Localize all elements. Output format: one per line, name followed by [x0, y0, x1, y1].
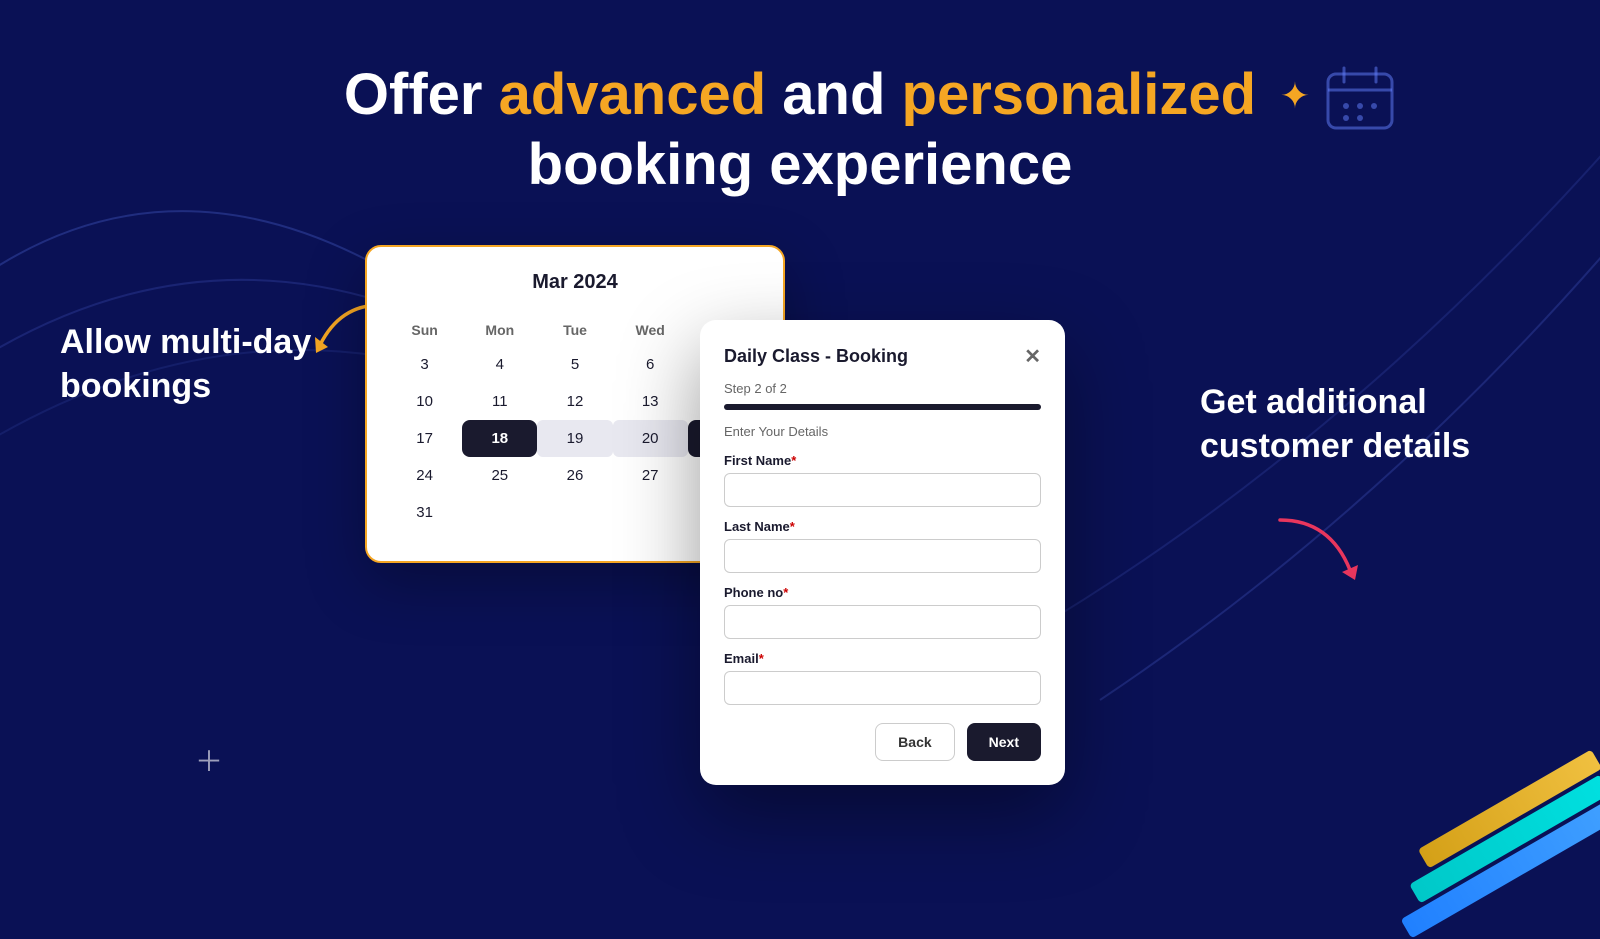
cal-day[interactable]: 17	[387, 420, 462, 457]
modal-footer: Back Next	[724, 723, 1041, 761]
modal-close-button[interactable]: ✕	[1024, 344, 1041, 369]
cal-day-19-in-range[interactable]: 19	[537, 420, 612, 457]
next-button[interactable]: Next	[967, 723, 1041, 761]
form-group-last-name: Last Name*	[724, 519, 1041, 573]
cal-day[interactable]: 4	[462, 346, 537, 383]
booking-modal: Daily Class - Booking ✕ Step 2 of 2 Ente…	[700, 320, 1065, 785]
cal-header-sun: Sun	[387, 314, 462, 346]
progress-bar-fill	[724, 404, 1041, 410]
form-group-first-name: First Name*	[724, 453, 1041, 507]
form-group-phone: Phone no*	[724, 585, 1041, 639]
heading-part1: Offer	[344, 62, 499, 127]
form-group-email: Email*	[724, 651, 1041, 705]
back-button[interactable]: Back	[875, 723, 954, 761]
cal-day[interactable]: 24	[387, 457, 462, 494]
first-name-label: First Name*	[724, 453, 1041, 468]
cal-day[interactable]: 5	[537, 346, 612, 383]
calendar-month-label: Mar 2024	[387, 271, 763, 294]
phone-input[interactable]	[724, 605, 1041, 639]
cal-day[interactable]: 10	[387, 383, 462, 420]
cal-day[interactable]: 6	[613, 346, 688, 383]
right-callout-text: Get additional customer details	[1200, 380, 1480, 468]
modal-title: Daily Class - Booking	[724, 346, 908, 367]
first-name-input[interactable]	[724, 473, 1041, 507]
left-callout-text: Allow multi-day bookings	[60, 320, 320, 408]
plus-icon: ＋	[195, 740, 223, 780]
last-name-input[interactable]	[724, 539, 1041, 573]
cal-header-wed: Wed	[613, 314, 688, 346]
corner-stripes-decoration	[1340, 720, 1600, 900]
page-content: Offer advanced and personalized booking …	[0, 0, 1600, 900]
cal-header-mon: Mon	[462, 314, 537, 346]
enter-details-label: Enter Your Details	[724, 424, 1041, 439]
calendar-decoration-icon	[1320, 60, 1400, 140]
email-input[interactable]	[724, 671, 1041, 705]
modal-header: Daily Class - Booking ✕	[724, 344, 1041, 369]
step-label: Step 2 of 2	[724, 381, 1041, 396]
cal-day[interactable]: 25	[462, 457, 537, 494]
email-label: Email*	[724, 651, 1041, 666]
right-arrow-icon	[1270, 510, 1370, 590]
last-name-label: Last Name*	[724, 519, 1041, 534]
phone-label: Phone no*	[724, 585, 1041, 600]
cal-day[interactable]: 13	[613, 383, 688, 420]
heading-part2: and	[766, 62, 901, 127]
cal-day-18-selected[interactable]: 18	[462, 420, 537, 457]
progress-bar-container	[724, 404, 1041, 410]
cal-day[interactable]: 12	[537, 383, 612, 420]
cal-header-tue: Tue	[537, 314, 612, 346]
cal-day[interactable]: 3	[387, 346, 462, 383]
cal-day[interactable]: 11	[462, 383, 537, 420]
cal-day[interactable]: 26	[537, 457, 612, 494]
cal-day[interactable]: 31	[387, 494, 462, 531]
cal-day-20-in-range[interactable]: 20	[613, 420, 688, 457]
sparkle-icon: ✦	[1280, 75, 1310, 117]
cal-day[interactable]: 27	[613, 457, 688, 494]
heading-line2: booking experience	[0, 130, 1600, 200]
heading-highlight1: advanced	[499, 62, 767, 127]
heading-highlight2: personalized	[902, 62, 1257, 127]
